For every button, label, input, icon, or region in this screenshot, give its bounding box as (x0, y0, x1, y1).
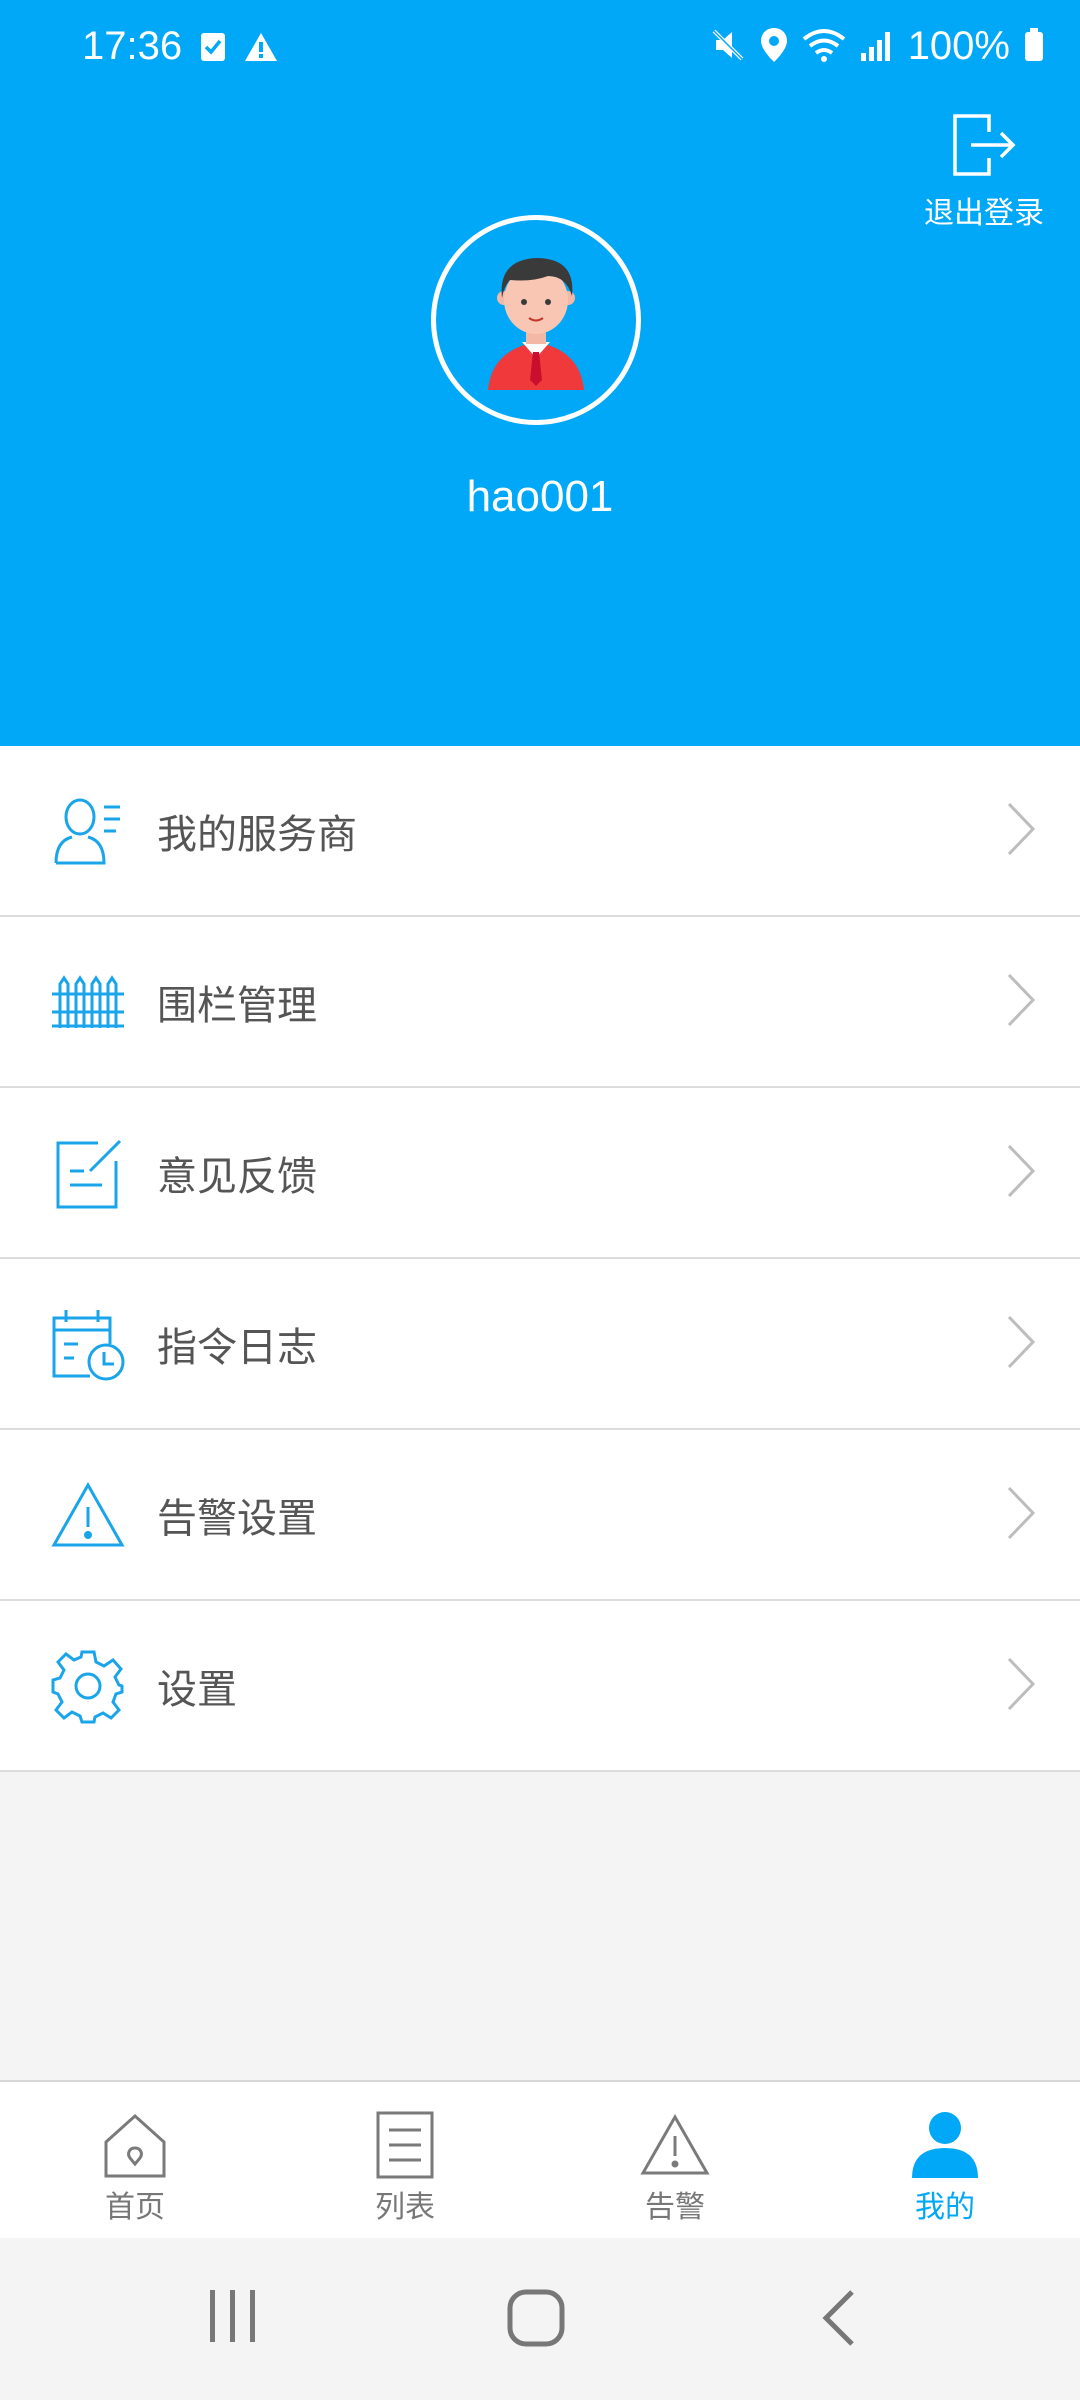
service-provider-icon (50, 793, 126, 869)
nav-item-home[interactable]: 首页 (0, 2082, 270, 2238)
avatar[interactable] (431, 215, 641, 425)
chevron-right-icon (1006, 1143, 1036, 1203)
chevron-right-icon (1006, 972, 1036, 1032)
recent-apps-button[interactable] (206, 2288, 260, 2348)
mute-icon (710, 27, 746, 67)
nav-label: 首页 (105, 2190, 165, 2225)
nav-label: 我的 (915, 2190, 975, 2225)
list-icon (375, 2110, 435, 2180)
user-avatar-icon (488, 258, 584, 390)
battery-percent: 100% (907, 24, 1010, 68)
bottom-nav: 首页 列表 告警 我的 (0, 2080, 1080, 2238)
feedback-icon (50, 1135, 126, 1211)
menu-item-label: 告警设置 (157, 1495, 317, 1542)
menu-item-fence[interactable]: 围栏管理 (0, 917, 1080, 1088)
location-icon (760, 27, 788, 67)
chevron-right-icon (1006, 801, 1036, 861)
status-time: 17:36 (82, 24, 183, 68)
menu-item-label: 意见反馈 (157, 1153, 317, 1200)
nav-item-profile[interactable]: 我的 (810, 2082, 1080, 2238)
logout-icon (949, 114, 1019, 184)
warning-icon (244, 32, 278, 66)
chevron-right-icon (1006, 1485, 1036, 1545)
status-bar: 17:36 100% (0, 0, 1080, 100)
back-button[interactable] (818, 2288, 858, 2352)
logout-label: 退出登录 (924, 196, 1044, 231)
system-nav-bar (0, 2238, 1080, 2400)
checkbox-icon (200, 32, 226, 66)
menu-item-label: 设置 (157, 1666, 237, 1713)
username: hao001 (466, 472, 614, 521)
menu-item-settings[interactable]: 设置 (0, 1601, 1080, 1772)
home-icon (102, 2110, 168, 2180)
chevron-right-icon (1006, 1656, 1036, 1716)
wifi-icon (802, 27, 846, 67)
nav-item-alert[interactable]: 告警 (540, 2082, 810, 2238)
profile-header: 17:36 100% 退出登录 hao001 (0, 0, 1080, 746)
menu-item-service-provider[interactable]: 我的服务商 (0, 746, 1080, 917)
menu-item-feedback[interactable]: 意见反馈 (0, 1088, 1080, 1259)
gear-icon (50, 1648, 126, 1724)
battery-icon (1024, 27, 1044, 66)
command-log-icon (50, 1306, 126, 1382)
alarm-settings-icon (50, 1477, 126, 1553)
home-button[interactable] (506, 2288, 566, 2352)
menu-item-label: 围栏管理 (157, 982, 317, 1029)
alert-icon (640, 2110, 710, 2180)
chevron-right-icon (1006, 1314, 1036, 1374)
logout-button[interactable]: 退出登录 (922, 110, 1046, 232)
signal-icon (860, 29, 894, 65)
profile-icon (910, 2110, 980, 2180)
profile-menu: 我的服务商 围栏管理 意见反馈 指令日志 告警设置 设置 (0, 746, 1080, 1772)
menu-item-command-log[interactable]: 指令日志 (0, 1259, 1080, 1430)
nav-label: 列表 (375, 2190, 435, 2225)
nav-item-list[interactable]: 列表 (270, 2082, 540, 2238)
nav-label: 告警 (645, 2190, 705, 2225)
menu-item-label: 我的服务商 (157, 811, 357, 858)
menu-item-label: 指令日志 (157, 1324, 317, 1371)
fence-icon (50, 964, 126, 1040)
menu-item-alarm-settings[interactable]: 告警设置 (0, 1430, 1080, 1601)
